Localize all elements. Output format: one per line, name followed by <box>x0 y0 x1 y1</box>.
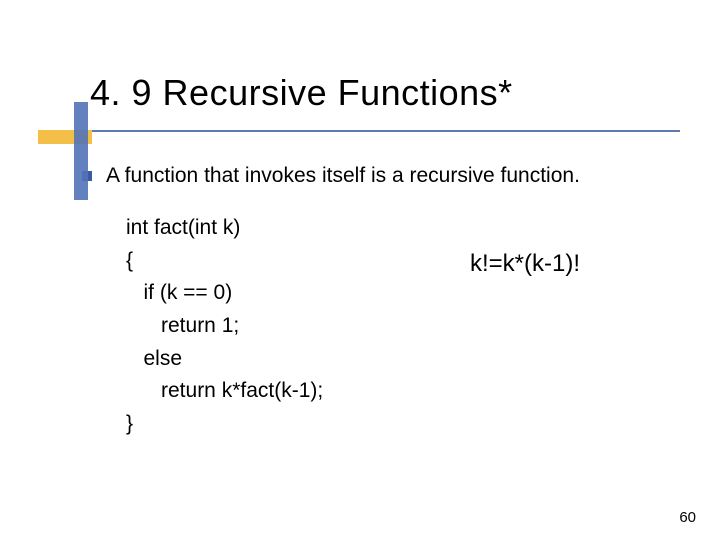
code-line: return k*fact(k-1); <box>126 375 660 408</box>
code-line: if (k == 0) <box>126 277 660 310</box>
bullet-item: A function that invokes itself is a recu… <box>82 162 660 190</box>
title-accent-vertical <box>74 102 88 200</box>
code-line: } <box>126 408 660 441</box>
slide-title: 4. 9 Recursive Functions* <box>38 72 680 114</box>
title-underline <box>50 130 680 132</box>
code-block: int fact(int k) { if (k == 0) return 1; … <box>126 212 660 440</box>
code-line: else <box>126 343 660 376</box>
title-area: 4. 9 Recursive Functions* <box>38 72 680 114</box>
code-line: int fact(int k) <box>126 212 660 245</box>
body-area: A function that invokes itself is a recu… <box>82 162 660 440</box>
page-number: 60 <box>679 509 696 526</box>
formula-annotation: k!=k*(k-1)! <box>470 250 580 278</box>
slide: 4. 9 Recursive Functions* A function tha… <box>0 0 720 540</box>
code-line: return 1; <box>126 310 660 343</box>
bullet-text: A function that invokes itself is a recu… <box>106 162 580 190</box>
